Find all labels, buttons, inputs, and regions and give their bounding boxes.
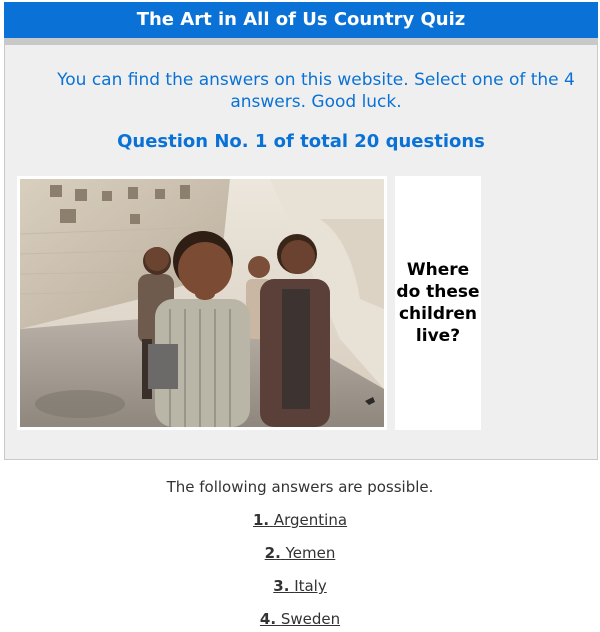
photo-frame [17,176,387,430]
quiz-title-bar: The Art in All of Us Country Quiz [4,2,598,38]
answer-number: 1. [252,511,270,529]
title-divider [4,38,598,45]
answer-number: 3. [273,577,290,595]
answer-label: Sweden [280,610,341,628]
answer-label: Yemen [285,544,336,562]
page-title: The Art in All of Us Country Quiz [136,9,466,30]
answer-label: Argentina [273,511,348,529]
answer-number: 2. [264,544,281,562]
question-text: Where do these children live? [396,260,480,346]
question-box: Where do these children live? [395,176,481,430]
quiz-intro-text: You can find the answers on this website… [57,70,575,112]
question-panel: You can find the answers on this website… [4,45,598,460]
answer-label: Italy [294,577,327,595]
answer-number: 4. [259,610,277,628]
question-number: Question No. 1 of total 20 questions [117,131,485,152]
answer-option-4[interactable]: 4. Sweden [0,610,600,628]
answers-intro: The following answers are possible. [166,478,434,496]
answer-option-2[interactable]: 2. Yemen [0,544,600,562]
question-photo [20,179,384,427]
children-photo-illustration [20,179,384,427]
answer-option-3[interactable]: 3. Italy [0,577,600,595]
answer-option-1[interactable]: 1. Argentina [0,511,600,529]
